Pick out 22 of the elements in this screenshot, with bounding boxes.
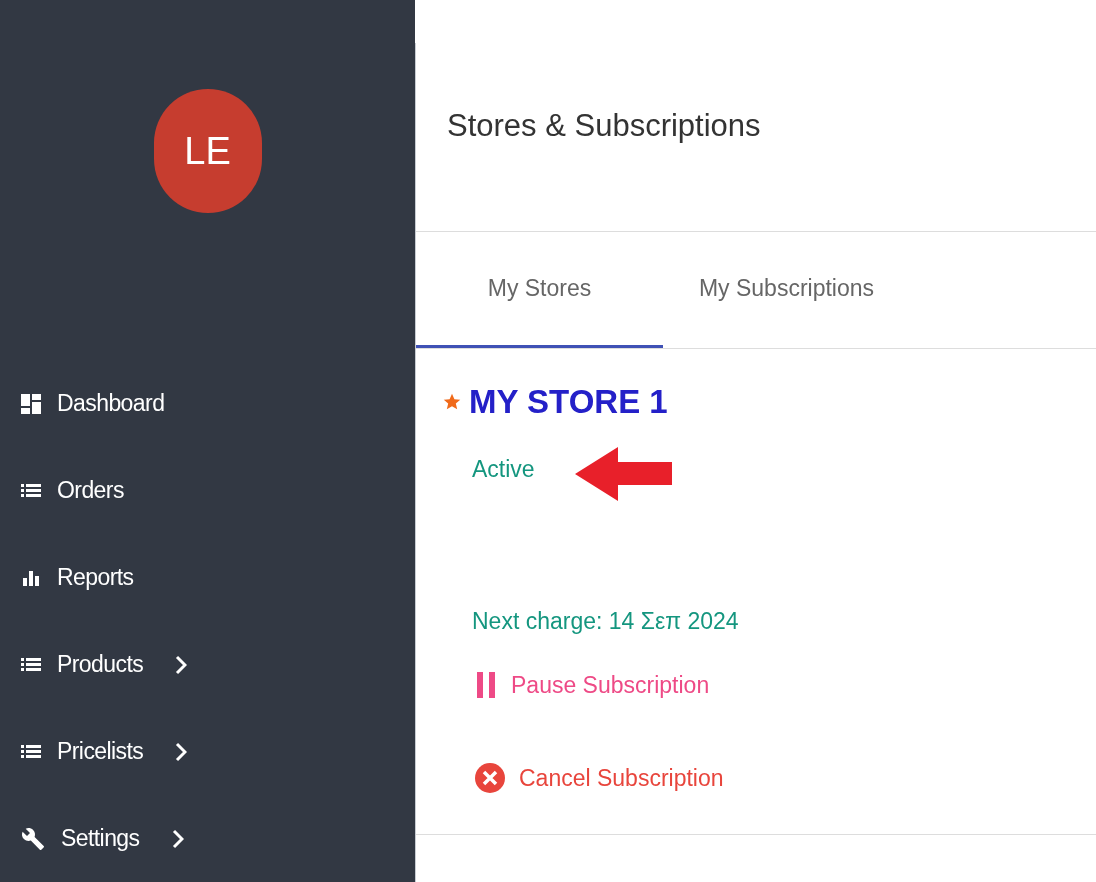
status-text: Active	[472, 455, 535, 485]
list-icon	[21, 482, 41, 499]
next-charge-text: Next charge: 14 Σεπ 2024	[472, 606, 740, 636]
action-link[interactable]: Pause Subscription	[475, 668, 1096, 703]
cancel-icon	[475, 762, 505, 793]
tab[interactable]: My Stores	[416, 231, 663, 348]
menu-item[interactable]: Products	[0, 621, 415, 708]
menu-item[interactable]: Orders	[0, 447, 415, 534]
wrench-icon	[21, 826, 45, 851]
pause-icon	[475, 672, 497, 699]
menu-item[interactable]: Reports	[0, 534, 415, 621]
list-icon	[21, 656, 41, 673]
list-icon	[21, 743, 41, 760]
menu-item[interactable]: Settings	[0, 795, 415, 882]
menu-item[interactable]: Pricelists	[0, 708, 415, 795]
page-title: Stores & Subscriptions	[447, 107, 761, 145]
menu-item[interactable]: Dashboard	[0, 360, 415, 447]
avatar[interactable]: LE	[153, 89, 262, 213]
tab[interactable]: My Subscriptions	[663, 231, 910, 348]
dashboard-icon	[21, 393, 41, 414]
action-link[interactable]: Cancel Subscription	[475, 760, 1096, 795]
store-name: MY STORE 1	[469, 382, 668, 422]
